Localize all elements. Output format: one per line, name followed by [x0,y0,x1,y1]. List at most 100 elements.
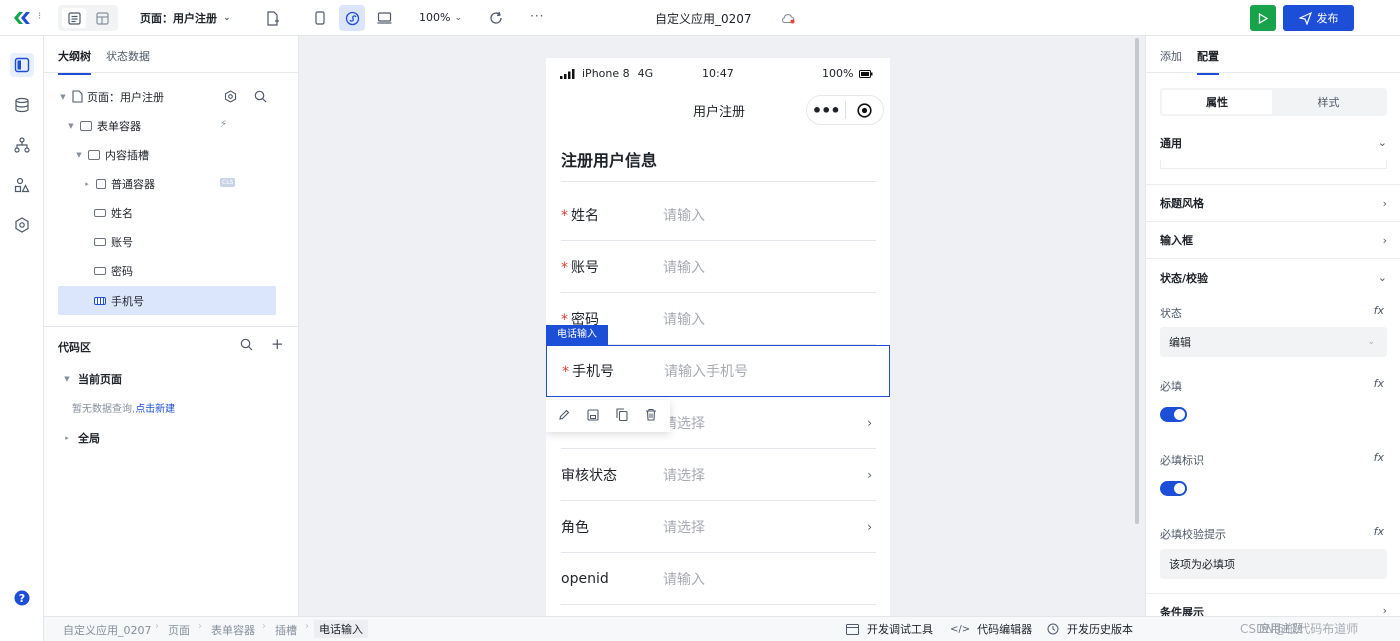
field-placeholder[interactable]: 请输入手机号 [664,361,748,381]
required-toggle[interactable] [1160,407,1187,422]
page-settings-icon[interactable] [224,90,237,106]
miniprogram-device-icon[interactable] [339,5,365,31]
devtools-button[interactable]: 开发调试工具 [846,621,933,637]
section-title-style[interactable]: 标题风格 › [1146,185,1400,222]
form-field-account[interactable]: * 账号 请输入 [561,241,876,293]
caret-down-icon[interactable]: ▼ [58,93,68,101]
breadcrumb-item[interactable]: 页面 [168,622,190,638]
required-label: 必填 [1160,380,1182,393]
global-group[interactable]: ▸ 全局 [62,430,100,446]
save-icon[interactable] [587,408,599,424]
create-query-link[interactable]: 点击新建 [135,404,175,415]
tree-node-name[interactable]: 姓名 [58,198,276,227]
workflow-icon[interactable] [10,133,34,157]
capsule-menu[interactable]: ••• [806,95,884,125]
fx-icon[interactable]: fx [1374,304,1384,317]
tree-node-page[interactable]: ▼ 页面：用户注册 [58,82,276,111]
more-menu-button[interactable]: ··· [530,9,544,23]
form-field-review-status[interactable]: 审核状态 请选择 › [561,449,876,501]
form-field-role[interactable]: 角色 请选择 › [561,501,876,553]
breadcrumb-item[interactable]: 插槽 [275,622,297,638]
tab-state-data[interactable]: 状态数据 [106,48,150,64]
add-icon[interactable]: + [271,335,284,353]
new-page-icon[interactable] [262,8,282,28]
field-label: 手机号 [572,364,614,380]
run-preview-button[interactable] [1250,5,1276,31]
capsule-close-icon[interactable] [845,102,883,118]
segment-properties[interactable]: 属性 [1162,90,1272,114]
caret-down-icon[interactable]: ▼ [62,375,72,383]
phone-preview: iPhone 8 4G 10:47 100% 用户注册 ••• 注册用户信息 *… [546,58,890,618]
components-icon[interactable] [10,173,34,197]
breadcrumb-item[interactable]: 表单容器 [211,622,255,638]
delete-icon[interactable] [645,408,657,424]
form-field-password[interactable]: * 密码 请输入 [561,293,876,345]
settings-hex-icon[interactable] [10,213,34,237]
history-button[interactable]: 开发历史版本 [1047,621,1133,637]
refresh-icon[interactable] [486,8,506,28]
capsule-more-icon[interactable]: ••• [807,101,845,120]
segment-style[interactable]: 样式 [1272,94,1385,110]
caret-right-icon[interactable]: ▸ [62,434,72,442]
zoom-select[interactable]: 100% ⌄ [419,11,462,24]
app-logo-icon[interactable] [10,8,34,28]
current-page-group[interactable]: ▼ 当前页面 [62,371,122,387]
form-field-name[interactable]: * 姓名 请输入 [561,189,876,241]
copy-icon[interactable] [616,408,628,424]
section-conditional[interactable]: 条件展示 › [1146,594,1400,619]
history-label: 开发历史版本 [1067,623,1133,636]
outline-panel-icon[interactable] [10,53,34,77]
tab-config[interactable]: 配置 [1197,48,1219,75]
canvas-scrollbar[interactable] [1135,38,1139,524]
list-view-icon[interactable] [62,8,86,28]
field-placeholder[interactable]: 请选择 [663,465,705,485]
caret-down-icon[interactable]: ▼ [66,122,76,130]
breadcrumb-item[interactable]: 自定义应用_0207 [63,622,152,638]
field-placeholder[interactable]: 请输入 [663,205,705,225]
help-icon[interactable]: ? [10,586,34,610]
tree-node-container[interactable]: ▸ 普通容器 CLS [58,169,276,198]
database-icon[interactable] [10,93,34,117]
mobile-device-icon[interactable] [309,7,331,29]
tab-add[interactable]: 添加 [1160,48,1182,64]
logo-more-icon[interactable]: ⁝ [38,11,41,22]
battery-icon [859,69,873,78]
form-field-phone-selected[interactable]: * 手机号 请输入手机号 [546,345,890,397]
page-selector[interactable]: 页面：用户注册 ⌄ [140,10,231,26]
tree-node-phone[interactable]: 手机号 [58,286,276,315]
edit-icon[interactable] [558,409,570,424]
section-input-box[interactable]: 输入框 › [1146,222,1400,259]
tree-node-password[interactable]: 密码 [58,256,276,285]
fx-icon[interactable]: fx [1374,377,1384,390]
section-general[interactable]: 通用 ⌄ [1146,124,1400,161]
required-mark-toggle[interactable] [1160,481,1187,496]
tab-outline-tree[interactable]: 大纲树 [58,48,91,75]
tree-node-account[interactable]: 账号 [58,227,276,256]
code-editor-button[interactable]: </> 代码编辑器 [950,621,1032,637]
search-icon[interactable] [254,90,267,106]
search-icon[interactable] [240,338,253,354]
field-placeholder[interactable]: 请输入 [663,257,705,277]
chevron-right-icon: › [867,519,872,534]
layout-view-icon[interactable] [90,8,114,28]
required-mark: * [561,259,568,276]
form-field-openid[interactable]: openid 请输入 [561,553,876,605]
section-title: 通用 [1160,136,1182,150]
state-select[interactable]: 编辑 ⌄ [1160,327,1387,357]
caret-down-icon[interactable]: ▼ [74,151,84,159]
lightning-icon[interactable]: ⚡ [220,119,227,130]
breadcrumb-current[interactable]: 电话输入 [314,620,368,638]
fx-icon[interactable]: fx [1374,525,1384,538]
section-state-validation[interactable]: 状态/校验 ⌄ [1146,259,1400,296]
caret-right-icon[interactable]: ▸ [82,180,92,188]
publish-button[interactable]: 发布 [1283,5,1354,31]
field-placeholder[interactable]: 请输入 [663,569,705,589]
tree-node-label: 表单容器 [97,119,141,133]
field-placeholder[interactable]: 请输入 [663,309,705,329]
tree-node-content-slot[interactable]: ▼ 内容插槽 [58,140,276,169]
tree-node-form-container[interactable]: ▼ 表单容器 ⚡ [58,111,276,140]
fx-icon[interactable]: fx [1374,451,1384,464]
required-hint-input[interactable]: 该项为必填项 [1160,549,1387,579]
field-placeholder[interactable]: 请选择 [663,517,705,537]
desktop-device-icon[interactable] [373,7,395,29]
